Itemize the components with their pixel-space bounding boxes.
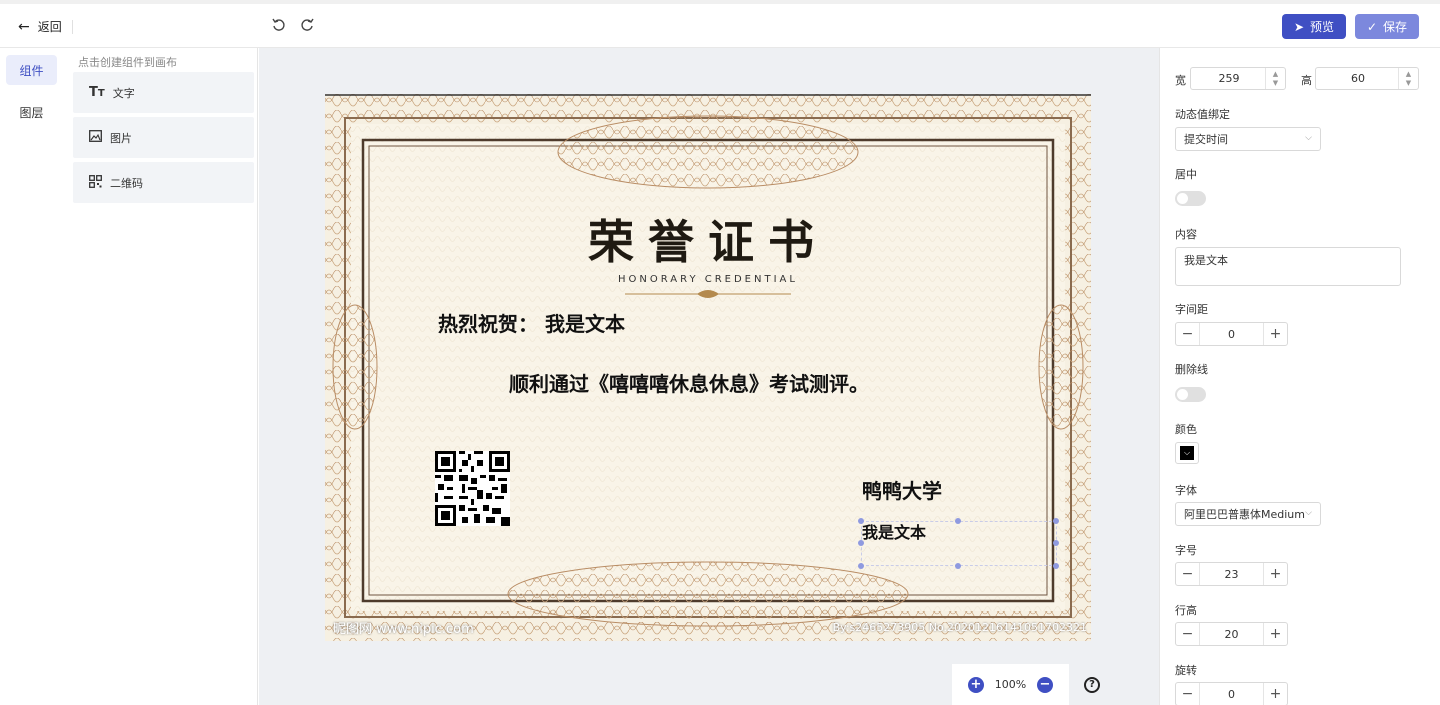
component-label: 图片 bbox=[110, 131, 132, 145]
line-height-label: 行高 bbox=[1175, 604, 1197, 617]
minus-icon[interactable]: − bbox=[1176, 563, 1200, 585]
resize-handle[interactable] bbox=[1053, 540, 1059, 546]
resize-handle[interactable] bbox=[1053, 518, 1059, 524]
preview-label: 预览 bbox=[1310, 20, 1335, 34]
font-select[interactable]: 阿里巴巴普惠体Medium ⌵ bbox=[1175, 502, 1321, 526]
plus-icon[interactable]: + bbox=[1263, 563, 1287, 585]
component-image[interactable]: 图片 bbox=[73, 117, 254, 158]
size-label: 字号 bbox=[1175, 544, 1197, 557]
zoom-out-button[interactable]: − bbox=[1036, 676, 1053, 693]
height-label: 高 bbox=[1301, 74, 1312, 87]
school-text[interactable]: 鸭鸭大学 bbox=[862, 475, 942, 504]
help-icon[interactable]: ? bbox=[1084, 677, 1100, 693]
selected-text-element[interactable]: 我是文本 bbox=[862, 519, 926, 543]
zoom-bar: + 100% − bbox=[952, 664, 1069, 705]
spin-arrows-icon[interactable]: ▲ ▼ bbox=[1265, 68, 1285, 89]
rotate-label: 旋转 bbox=[1175, 664, 1197, 677]
resize-handle[interactable] bbox=[858, 563, 864, 569]
chevron-down-icon: ⌵ bbox=[1305, 508, 1312, 518]
minus-icon[interactable]: − bbox=[1176, 323, 1200, 345]
top-bar: ← 返回 ➤ 预览 ✓ 保存 bbox=[0, 0, 1440, 48]
check-icon: ✓ bbox=[1366, 19, 1378, 34]
rotate-value: 0 bbox=[1228, 687, 1235, 701]
component-label: 文字 bbox=[112, 86, 135, 100]
back-button[interactable]: ← 返回 bbox=[18, 18, 62, 35]
resize-handle[interactable] bbox=[1053, 563, 1059, 569]
component-text[interactable]: TT 文字 bbox=[73, 72, 254, 113]
save-label: 保存 bbox=[1383, 20, 1408, 34]
height-value: 60 bbox=[1351, 72, 1365, 85]
left-rail: 组件 图层 bbox=[0, 48, 68, 705]
minus-icon[interactable]: − bbox=[1176, 623, 1200, 645]
letter-spacing-value: 0 bbox=[1228, 327, 1235, 341]
width-input[interactable]: 259 ▲ ▼ bbox=[1190, 67, 1286, 90]
binding-select[interactable]: 提交时间 ⌵ bbox=[1175, 127, 1321, 151]
center-toggle[interactable] bbox=[1175, 191, 1206, 206]
minus-icon[interactable]: − bbox=[1176, 683, 1200, 705]
zoom-level: 100% bbox=[994, 678, 1027, 691]
plus-icon[interactable]: + bbox=[1263, 323, 1287, 345]
component-panel: 点击创建组件到画布 TT 文字 图片 二维码 bbox=[68, 48, 258, 705]
certificate-subtitle: HONORARY CREDENTIAL bbox=[618, 274, 798, 285]
rotate-stepper[interactable]: − 0 + bbox=[1175, 682, 1288, 705]
text-icon: TT bbox=[89, 85, 105, 100]
center-label: 居中 bbox=[1175, 168, 1197, 181]
save-button[interactable]: ✓ 保存 bbox=[1355, 14, 1419, 39]
height-input[interactable]: 60 ▲ ▼ bbox=[1315, 67, 1419, 90]
resize-handle[interactable] bbox=[955, 518, 961, 524]
chevron-down-icon: ⌵ bbox=[1305, 133, 1312, 143]
watermark-left: 昵图网 www.nipic.com bbox=[333, 622, 474, 637]
color-swatch-icon: ⌵ bbox=[1180, 446, 1194, 460]
width-value: 259 bbox=[1218, 72, 1240, 85]
image-icon bbox=[89, 130, 102, 145]
font-label: 字体 bbox=[1175, 484, 1197, 497]
certificate-title[interactable]: 荣誉证书 bbox=[325, 206, 1091, 272]
color-picker[interactable]: ⌵ bbox=[1175, 442, 1199, 464]
watermark-right: By:s2465273905 No.20201216141051702321 bbox=[832, 621, 1087, 634]
qr-code[interactable] bbox=[435, 451, 510, 526]
back-label: 返回 bbox=[37, 20, 62, 34]
exam-text[interactable]: 顺利通过《嘻嘻嘻休息休息》考试测评。 bbox=[509, 368, 869, 397]
letter-spacing-stepper[interactable]: − 0 + bbox=[1175, 322, 1288, 346]
content-textarea[interactable]: 我是文本 bbox=[1175, 247, 1401, 286]
component-label: 二维码 bbox=[110, 176, 143, 190]
line-height-value: 20 bbox=[1224, 627, 1239, 641]
letter-spacing-label: 字间距 bbox=[1175, 303, 1208, 316]
line-height-stepper[interactable]: − 20 + bbox=[1175, 622, 1288, 646]
content-label: 内容 bbox=[1175, 228, 1197, 241]
spin-arrows-icon[interactable]: ▲ ▼ bbox=[1398, 68, 1418, 89]
undo-icon[interactable] bbox=[270, 16, 288, 34]
resize-handle[interactable] bbox=[955, 563, 961, 569]
certificate-canvas[interactable]: 荣誉证书 HONORARY CREDENTIAL 热烈祝贺： 我是文本 顺利通过… bbox=[325, 94, 1091, 641]
qrcode-icon bbox=[89, 174, 102, 191]
redo-icon[interactable] bbox=[298, 16, 316, 34]
font-size-stepper[interactable]: − 23 + bbox=[1175, 562, 1288, 586]
divider bbox=[72, 20, 73, 34]
color-label: 颜色 bbox=[1175, 423, 1197, 436]
strike-label: 删除线 bbox=[1175, 363, 1208, 376]
properties-panel: 宽 259 ▲ ▼ 高 60 ▲ ▼ 动态值绑定 提交时间 ⌵ 居中 内容 我是文本… bbox=[1159, 48, 1440, 705]
width-label: 宽 bbox=[1175, 74, 1186, 87]
plus-icon[interactable]: + bbox=[1263, 623, 1287, 645]
component-qrcode[interactable]: 二维码 bbox=[73, 162, 254, 203]
send-icon: ➤ bbox=[1293, 19, 1305, 34]
font-size-value: 23 bbox=[1224, 567, 1239, 581]
congrats-text[interactable]: 热烈祝贺： 我是文本 bbox=[438, 308, 625, 337]
zoom-in-button[interactable]: + bbox=[968, 676, 984, 693]
preview-button[interactable]: ➤ 预览 bbox=[1282, 14, 1346, 39]
tab-components[interactable]: 组件 bbox=[6, 55, 57, 85]
plus-icon[interactable]: + bbox=[1263, 683, 1287, 705]
binding-label: 动态值绑定 bbox=[1175, 108, 1230, 121]
binding-value: 提交时间 bbox=[1184, 133, 1228, 146]
arrow-left-icon: ← bbox=[18, 18, 30, 35]
font-value: 阿里巴巴普惠体Medium bbox=[1184, 508, 1305, 521]
panel-hint: 点击创建组件到画布 bbox=[78, 56, 177, 69]
tab-layers[interactable]: 图层 bbox=[6, 97, 57, 127]
canvas-area: 荣誉证书 HONORARY CREDENTIAL 热烈祝贺： 我是文本 顺利通过… bbox=[259, 48, 1159, 705]
strike-toggle[interactable] bbox=[1175, 387, 1206, 402]
